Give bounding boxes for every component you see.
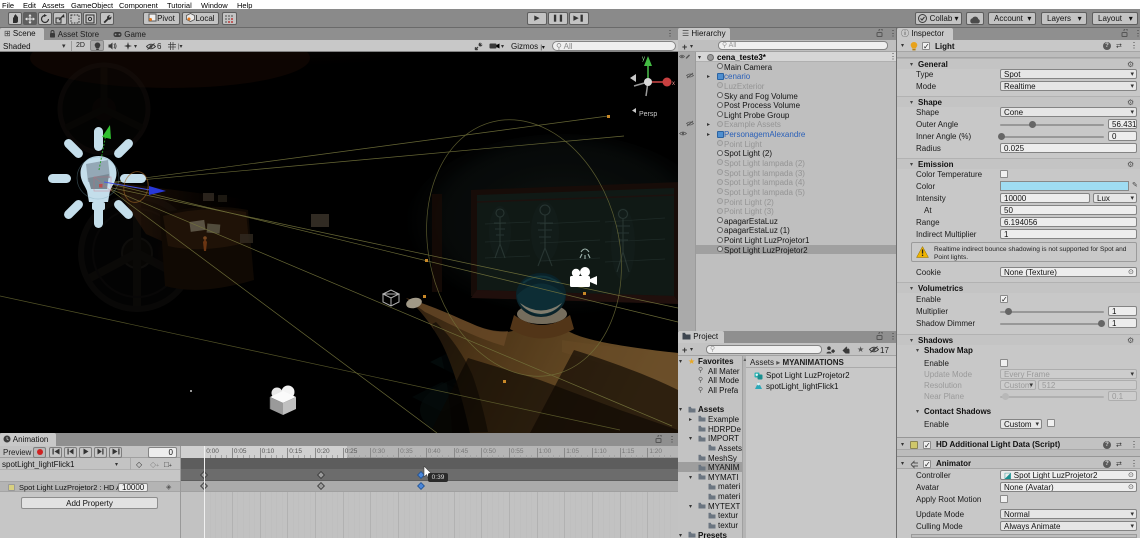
svg-text:Persp: Persp (639, 111, 657, 118)
svg-text:x: x (672, 81, 675, 87)
svg-text:y: y (642, 56, 645, 62)
